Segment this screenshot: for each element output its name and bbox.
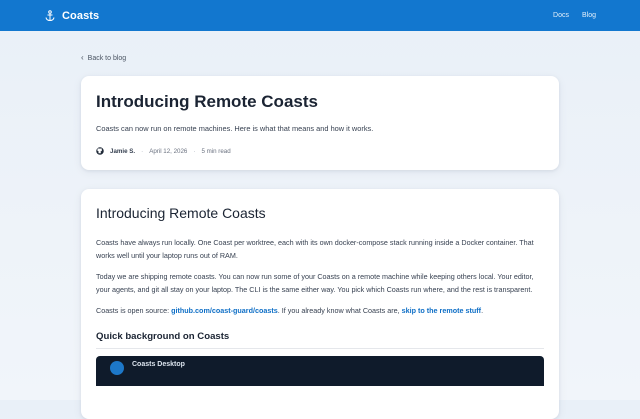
p3-middle: . If you already know what Coasts are, — [277, 306, 402, 315]
top-bar: Coasts Docs Blog — [0, 0, 640, 31]
top-nav: Docs Blog — [553, 12, 596, 19]
paragraph-2: Today we are shipping remote coasts. You… — [96, 272, 534, 294]
github-repo-link[interactable]: github.com/coast-guard/coasts — [171, 306, 278, 315]
back-link-label: Back to blog — [87, 54, 127, 62]
post-subtitle: Coasts can now run on remote machines. H… — [96, 124, 374, 133]
article-card: Introducing Remote Coasts Coasts have al… — [81, 189, 559, 419]
post-title: Introducing Remote Coasts — [96, 92, 318, 111]
back-to-blog-link[interactable]: ‹ Back to blog — [81, 54, 126, 62]
section-heading: Quick background on Coasts — [96, 331, 544, 349]
brand[interactable]: Coasts — [44, 10, 99, 22]
post-header-card: Introducing Remote Coasts Coasts can now… — [81, 76, 559, 170]
nav-blog[interactable]: Blog — [582, 12, 596, 19]
nav-docs[interactable]: Docs — [553, 12, 569, 19]
paragraph-1: Coasts have always run locally. One Coas… — [96, 238, 534, 260]
post-date: April 12, 2026 — [149, 147, 188, 155]
app-icon — [110, 361, 124, 375]
p3-prefix: Coasts is open source: — [96, 306, 172, 315]
chevron-left-icon: ‹ — [81, 53, 84, 62]
anchor-logo-icon — [44, 9, 56, 22]
post-meta: Jamie S. · April 12, 2026 · 5 min read — [96, 147, 544, 155]
desktop-preview-panel: Coasts Desktop — [96, 356, 544, 386]
p3-suffix: . — [481, 306, 484, 315]
github-icon — [96, 147, 104, 155]
skip-to-remote-link[interactable]: skip to the remote stuff — [402, 306, 481, 315]
read-time: 5 min read — [201, 147, 231, 155]
article-heading: Introducing Remote Coasts — [96, 205, 266, 221]
author-name[interactable]: Jamie S. — [110, 148, 135, 155]
panel-title: Coasts Desktop — [132, 361, 185, 368]
separator: · — [141, 147, 144, 155]
brand-name: Coasts — [62, 9, 100, 22]
separator: · — [193, 147, 196, 155]
paragraph-3: Coasts is open source: github.com/coast-… — [96, 304, 544, 317]
